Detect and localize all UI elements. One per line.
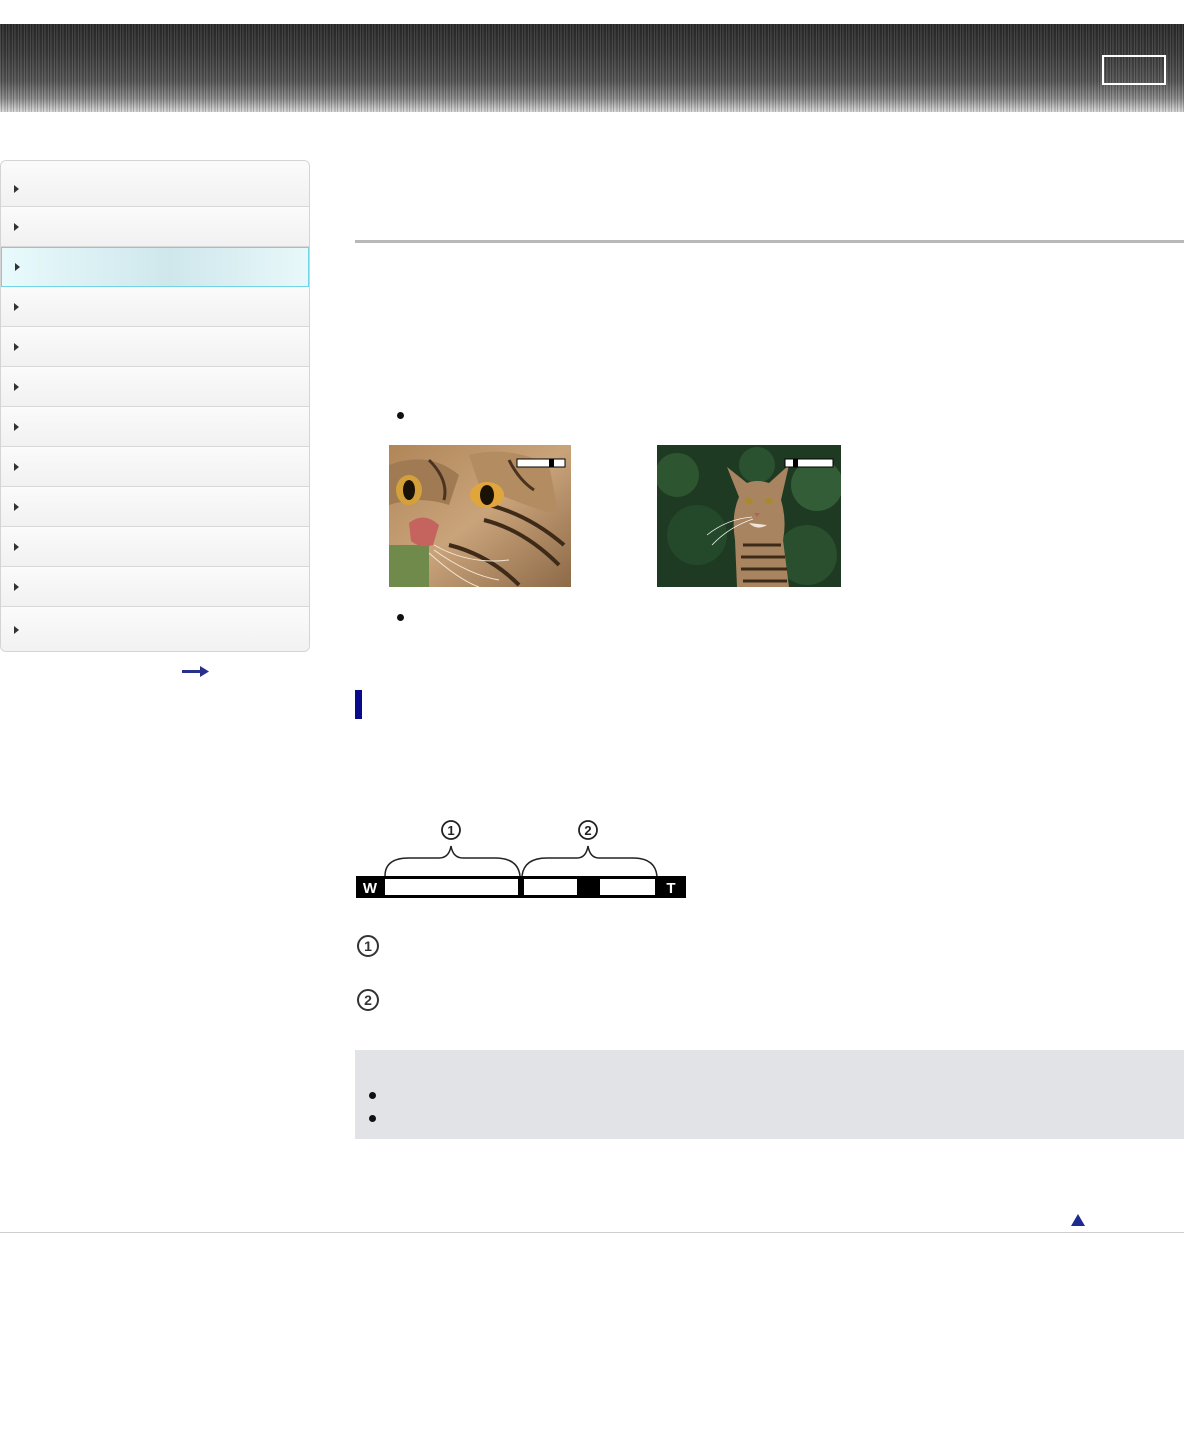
svg-text:2: 2 [364,992,372,1008]
header-banner [0,24,1184,112]
bullet-dot [369,1115,376,1122]
sidebar-item-8[interactable] [1,447,309,487]
bullet-dot [397,412,404,419]
number-1-icon: 1 [357,935,379,957]
sidebar-item-4[interactable] [1,287,309,327]
arrow-right-icon [14,184,19,193]
footer-divider [0,1232,1184,1233]
number-2-icon: 2 [357,989,379,1011]
bullet-dot [397,614,404,621]
range-1-brace [384,845,521,877]
svg-text:2: 2 [584,823,591,838]
sidebar-item-3-active[interactable] [1,247,309,287]
arrow-right-icon [14,342,19,351]
range-2-marker: 2 [578,820,598,840]
arrow-right-icon [14,462,19,471]
sidebar-item-9[interactable] [1,487,309,527]
sidebar-item-6[interactable] [1,367,309,407]
header-button[interactable] [1102,55,1166,85]
svg-text:1: 1 [364,938,372,954]
arrow-right-icon [14,542,19,551]
cat-closeup-photo [389,445,571,587]
sidebar-item-12[interactable] [1,607,309,651]
up-triangle-icon[interactable] [1070,1213,1086,1227]
arrow-right-icon [15,263,20,271]
sidebar-item-7[interactable] [1,407,309,447]
arrow-right-icon [14,222,19,231]
sidebar-item-11[interactable] [1,567,309,607]
sidebar-item-1[interactable] [1,161,309,207]
cat-wide-photo [657,445,841,587]
bullet-dot [369,1092,376,1099]
svg-text:1: 1 [447,823,454,838]
arrow-right-icon [14,302,19,311]
arrow-right-icon [14,382,19,391]
arrow-right-icon [14,502,19,511]
sidebar-item-2[interactable] [1,207,309,247]
arrow-right-icon [14,626,19,634]
zoom-wide-label: W [363,880,378,897]
sidebar-item-10[interactable] [1,527,309,567]
title-divider [355,240,1184,243]
notes-box [355,1050,1184,1139]
sidebar-nav [0,160,310,652]
range-1-marker: 1 [441,820,461,840]
arrow-right-icon [14,422,19,431]
zoom-bar-diagram: 1 2 W T [356,820,686,898]
arrow-right-icon [14,582,19,591]
range-2-brace [521,845,658,877]
sidebar-item-5[interactable] [1,327,309,367]
right-arrow-icon[interactable] [182,665,210,679]
section-marker [355,690,362,719]
zoom-tele-label: T [666,880,675,897]
